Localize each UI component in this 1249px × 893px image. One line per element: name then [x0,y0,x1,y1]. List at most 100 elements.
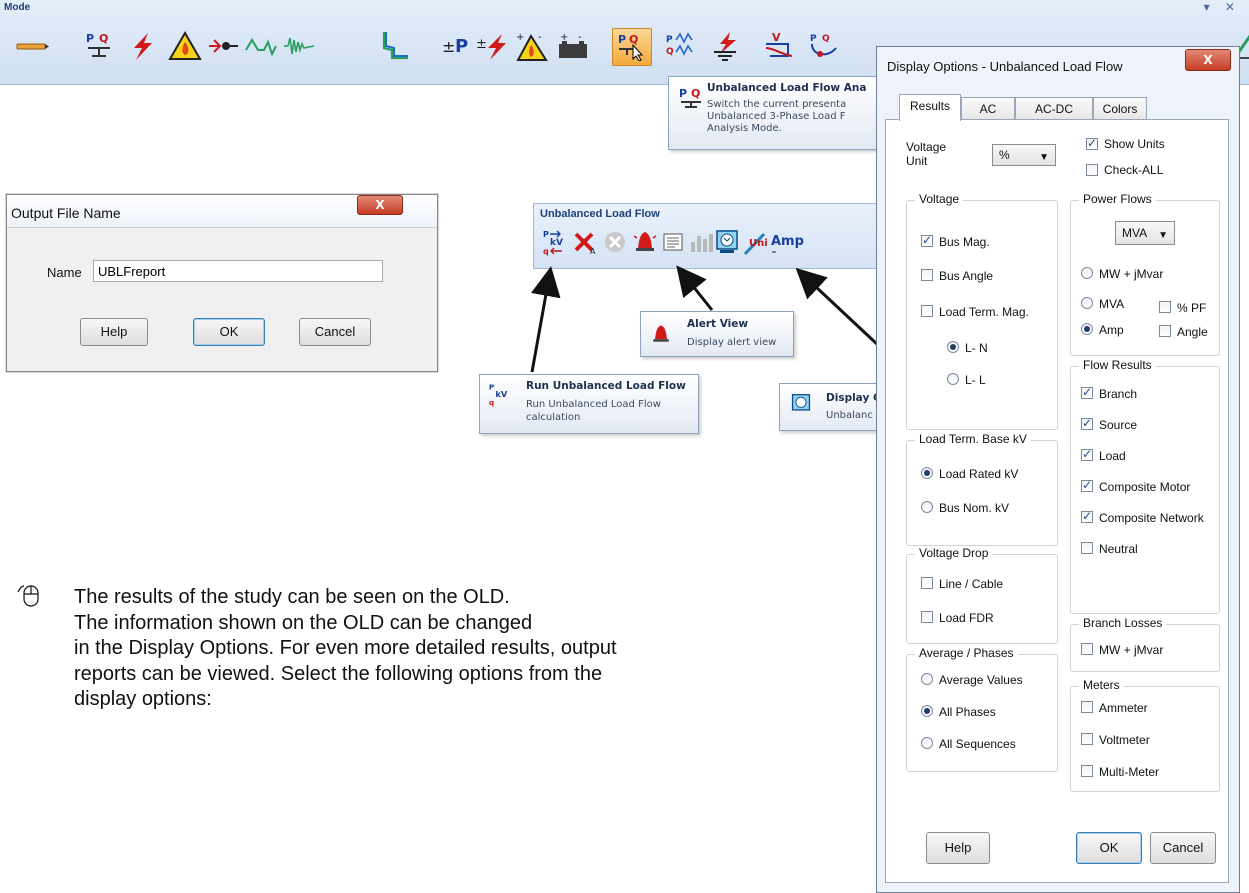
callout-title: Alert View [687,318,749,330]
all-sequences-radio[interactable] [921,737,933,749]
ammeter-checkbox[interactable] [1081,701,1093,713]
bus-nom-kv-label: Bus Nom. kV [939,501,1010,515]
check-all-checkbox[interactable] [1086,164,1098,176]
group-label: Branch Losses [1079,616,1167,630]
all-phases-radio[interactable] [921,705,933,717]
arrow-display [795,267,880,347]
multimeter-checkbox[interactable] [1081,765,1093,777]
neutral-checkbox[interactable] [1081,542,1093,554]
source-label: Source [1099,418,1138,432]
load-fdr-checkbox[interactable] [921,611,933,623]
bus-mag-label: Bus Mag. [939,235,990,249]
mva-radio[interactable] [1081,297,1093,309]
amp-radio[interactable] [1081,323,1093,335]
display-options-dialog: Display Options - Unbalanced Load Flow X… [876,46,1240,893]
group-label: Average / Phases [915,646,1018,660]
callout-title: Display C [826,392,881,404]
load-term-mag-label: Load Term. Mag. [939,305,1029,319]
load-label: Load [1099,449,1126,463]
tab-results[interactable]: Results [899,94,961,121]
dialog-title: Display Options - Unbalanced Load Flow [887,59,1123,74]
svg-text:kV: kV [495,389,508,399]
ok-button[interactable]: OK [1076,832,1142,864]
multimeter-label: Multi-Meter [1099,765,1160,779]
group-label: Voltage Drop [915,546,993,560]
bus-nom-kv-radio[interactable] [921,501,933,513]
close-button[interactable]: X [1185,49,1231,71]
line-cable-label: Line / Cable [939,577,1004,591]
average-values-label: Average Values [939,673,1023,687]
group-label: Load Term. Base kV [915,432,1031,446]
callout-desc: calculation [526,412,581,423]
meters-group: Meters Ammeter Voltmeter Multi-Meter [1070,678,1220,792]
composite-motor-checkbox[interactable] [1081,478,1093,492]
ll-label: L- L [965,373,986,387]
tab-ac[interactable]: AC [961,97,1015,120]
pf-checkbox[interactable] [1159,301,1171,313]
callout-desc: Unbalanc [826,410,873,421]
check-all-label: Check-ALL [1104,163,1164,177]
callout-desc: Display alert view [687,337,777,348]
instruction-line: The results of the study can be seen on … [74,586,510,608]
angle-label: Angle [1177,325,1208,339]
mw-jmvar-label: MW + jMvar [1099,267,1164,281]
voltmeter-checkbox[interactable] [1081,733,1093,745]
results-panel: Voltage Unit %▼ Show Units Check-ALL Vol… [885,119,1229,883]
power-flow-unit-select[interactable]: MVA ▼ [1115,221,1175,245]
callout-desc: Run Unbalanced Load Flow [526,399,661,410]
callout-title: Run Unbalanced Load Flow [526,380,686,392]
losses-mw-jmvar-checkbox[interactable] [1081,643,1093,655]
instruction-text: The results of the study can be seen on … [74,585,874,713]
bus-angle-checkbox[interactable] [921,269,933,281]
branch-checkbox[interactable] [1081,385,1093,399]
group-label: Power Flows [1079,192,1156,206]
composite-network-checkbox[interactable] [1081,509,1093,523]
all-sequences-label: All Sequences [939,737,1016,751]
amp-label: Amp [1099,323,1124,337]
tab-colors[interactable]: Colors [1093,97,1147,120]
flow-results-group: Flow Results Branch Source Load Composit… [1070,358,1220,614]
line-cable-checkbox[interactable] [921,577,933,589]
instruction-line: reports can be viewed. Select the follow… [74,662,603,685]
losses-mw-jmvar-label: MW + jMvar [1099,643,1164,657]
alert-view-icon [649,322,673,346]
group-label: Voltage [915,192,964,206]
voltage-unit-select[interactable]: % ▼ [992,144,1056,166]
load-rated-kv-label: Load Rated kV [939,467,1019,481]
alert-view-callout: Alert View Display alert view [640,311,794,357]
bus-mag-checkbox[interactable] [921,233,933,247]
mw-jmvar-radio[interactable] [1081,267,1093,279]
load-term-mag-checkbox[interactable] [921,305,933,317]
svg-text:P: P [489,382,495,391]
chevron-down-icon: ▼ [1158,230,1168,241]
all-phases-label: All Phases [939,705,996,719]
source-checkbox[interactable] [1081,416,1093,430]
composite-network-label: Composite Network [1099,511,1204,525]
load-fdr-label: Load FDR [939,611,994,625]
voltage-unit-label: Voltage [906,140,947,154]
average-values-radio[interactable] [921,673,933,685]
mouse-icon [16,582,44,610]
voltage-unit-label: Unit [906,154,928,168]
average-phases-group: Average / Phases Average Values All Phas… [906,646,1058,772]
show-units-checkbox[interactable] [1086,136,1098,150]
ln-label: L- N [965,341,988,355]
mva-label: MVA [1099,297,1125,311]
svg-text:q: q [489,398,494,407]
angle-checkbox[interactable] [1159,325,1171,337]
ln-radio[interactable] [947,341,959,353]
power-flows-group: Power Flows MVA ▼ MW + jMvar MVA % PF Amp… [1070,192,1220,356]
run-load-flow-icon: PkV q [488,381,512,407]
cancel-button[interactable]: Cancel [1150,832,1216,864]
ammeter-label: Ammeter [1099,701,1148,715]
display-options-icon [790,392,812,416]
branch-losses-group: Branch Losses MW + jMvar [1070,616,1220,672]
ll-radio[interactable] [947,373,959,385]
load-checkbox[interactable] [1081,447,1093,461]
chevron-down-icon: ▼ [1039,152,1049,163]
help-button[interactable]: Help [926,832,990,864]
load-rated-kv-radio[interactable] [921,467,933,479]
tab-ac-dc[interactable]: AC-DC [1015,97,1093,120]
voltage-unit-value: % [999,148,1010,162]
run-load-flow-callout: PkV q Run Unbalanced Load Flow Run Unbala… [479,374,699,434]
